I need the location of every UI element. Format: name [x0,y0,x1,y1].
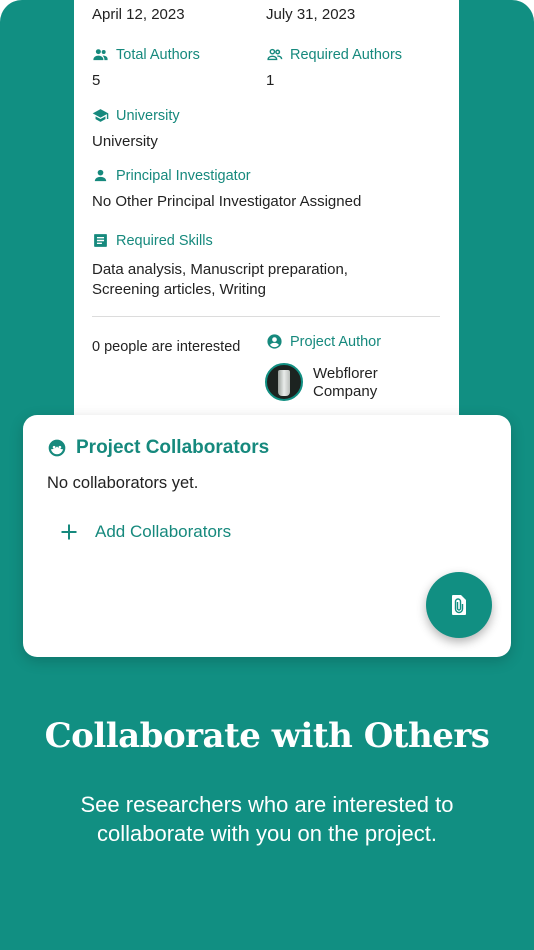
required-authors-value: 1 [266,72,275,89]
collaborators-card: Project Collaborators No collaborators y… [23,415,511,657]
list-icon [94,234,107,247]
collaborators-header: Project Collaborators [47,437,269,459]
add-collaborators-button[interactable]: Add Collaborators [59,522,231,542]
graduation-cap-icon [92,109,109,122]
required-authors-label: Required Authors [290,46,403,63]
person-icon [94,169,107,182]
principal-investigator-label: Principal Investigator [116,167,251,184]
required-authors-field: Required Authors 1 [266,46,402,91]
no-collaborators-text: No collaborators yet. [47,474,199,492]
collaborators-title: Project Collaborators [76,437,270,458]
required-skills-value: Data analysis, Manuscript preparation, S… [92,261,348,298]
required-skills-label: Required Skills [116,232,213,249]
author-name-line1: Webflorer [313,365,378,382]
add-collaborators-label: Add Collaborators [95,522,232,541]
people-icon [93,49,108,61]
principal-investigator-value: No Other Principal Investigator Assigned [92,193,362,210]
account-circle-icon [267,334,282,349]
face-icon [48,439,66,457]
people-outline-icon [267,48,283,61]
university-field: University University [92,107,180,152]
end-date: July 31, 2023 [266,6,356,23]
promo-headline: Collaborate with Others [44,716,490,756]
author-name[interactable]: Webflorer Company [313,365,378,401]
start-date: April 12, 2023 [92,6,185,23]
total-authors-value: 5 [92,72,101,89]
project-author-field: Project Author [266,333,381,350]
author-avatar[interactable] [265,363,303,401]
plus-icon [61,524,77,540]
university-value: University [92,133,158,150]
project-author-label: Project Author [290,333,382,350]
attachment-fab-button[interactable] [426,572,492,638]
file-attachment-icon [452,595,466,615]
interested-count: 0 people are interested [92,339,241,355]
divider [92,316,440,317]
required-skills-field: Required Skills Data analysis, Manuscrip… [92,232,440,300]
total-authors-field: Total Authors 5 [92,46,200,91]
principal-investigator-field: Principal Investigator No Other Principa… [92,167,361,212]
total-authors-label: Total Authors [116,46,200,63]
promo-subtext: See researchers who are interested to co… [80,792,454,846]
university-label: University [116,107,180,124]
author-name-line2: Company [313,383,378,400]
